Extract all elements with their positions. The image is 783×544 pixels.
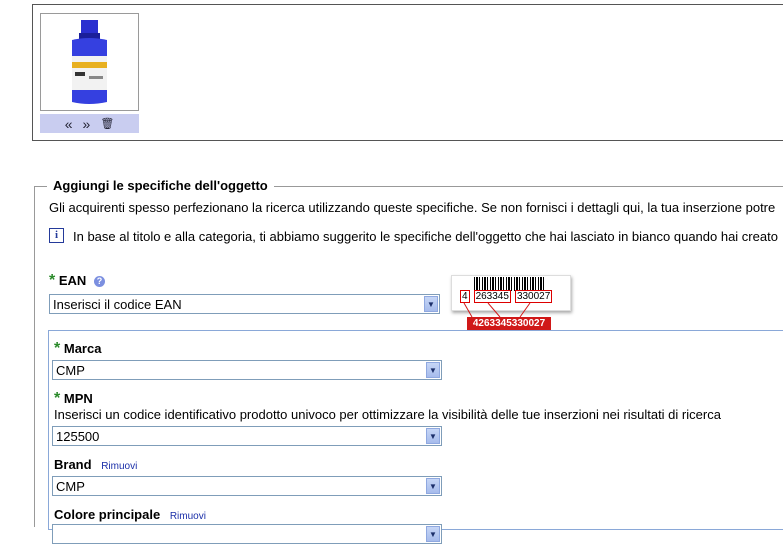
fieldset-border <box>274 186 783 187</box>
required-marker: * <box>49 272 56 289</box>
fieldset-border <box>34 186 35 527</box>
mpn-select[interactable]: 125500 ▼ <box>52 426 442 446</box>
thumbnail-controls: « » 🗑 <box>40 114 139 133</box>
barcode-icon <box>474 277 546 291</box>
mpn-label: MPN <box>63 391 93 406</box>
chevron-down-icon[interactable]: ▼ <box>426 362 440 378</box>
marca-label-row: * Marca <box>54 340 101 358</box>
trash-icon[interactable]: 🗑 <box>100 117 114 130</box>
barcode-digit-group: 263345 <box>473 290 511 303</box>
ean-label: EAN <box>58 273 87 288</box>
next-photo-button[interactable]: » <box>83 116 91 132</box>
help-icon[interactable]: ? <box>93 276 105 288</box>
chevron-down-icon[interactable]: ▼ <box>426 478 440 494</box>
colore-select[interactable]: ▼ <box>52 524 442 544</box>
photo-section <box>32 4 783 141</box>
brand-label: Brand <box>54 457 92 472</box>
ean-value: Inserisci il codice EAN <box>53 297 182 312</box>
mpn-value: 125500 <box>56 429 100 444</box>
marca-value: CMP <box>56 363 85 378</box>
product-thumbnail[interactable] <box>40 13 139 111</box>
chevron-down-icon[interactable]: ▼ <box>424 296 438 312</box>
mpn-label-row: * MPN <box>54 390 93 408</box>
barcode-full-number: 4263345330027 <box>467 317 551 330</box>
specifics-legend: Aggiungi le specifiche dell'oggetto <box>53 178 268 193</box>
brand-label-row: Brand Rimuovi <box>54 457 137 472</box>
marca-label: Marca <box>63 341 102 356</box>
ean-select[interactable]: Inserisci il codice EAN ▼ <box>49 294 440 314</box>
barcode-digit-group: 4 <box>460 290 470 303</box>
fieldset-border <box>34 186 47 187</box>
barcode-digit-group: 330027 <box>514 290 553 303</box>
brand-value: CMP <box>56 479 85 494</box>
previous-photo-button[interactable]: « <box>65 116 73 132</box>
brand-select[interactable]: CMP ▼ <box>52 476 442 496</box>
specifics-intro: Gli acquirenti spesso perfezionano la ri… <box>49 200 776 215</box>
colore-label: Colore principale <box>54 507 161 522</box>
required-marker: * <box>54 340 61 357</box>
brand-remove-link[interactable]: Rimuovi <box>101 461 137 472</box>
mpn-hint: Inserisci un codice identificativo prodo… <box>54 407 721 422</box>
chevron-down-icon[interactable]: ▼ <box>426 526 440 542</box>
marca-select[interactable]: CMP ▼ <box>52 360 442 380</box>
ean-label-row: * EAN ? <box>49 272 105 290</box>
ink-bottle-image <box>72 20 107 104</box>
colore-remove-link[interactable]: Rimuovi <box>170 511 206 522</box>
info-icon: i <box>49 228 64 243</box>
required-marker: * <box>54 390 61 407</box>
barcode-digits: 4 263345 330027 <box>460 290 556 303</box>
chevron-down-icon[interactable]: ▼ <box>426 428 440 444</box>
suggestion-info-text: In base al titolo e alla categoria, ti a… <box>73 229 778 244</box>
colore-label-row: Colore principale Rimuovi <box>54 507 206 522</box>
